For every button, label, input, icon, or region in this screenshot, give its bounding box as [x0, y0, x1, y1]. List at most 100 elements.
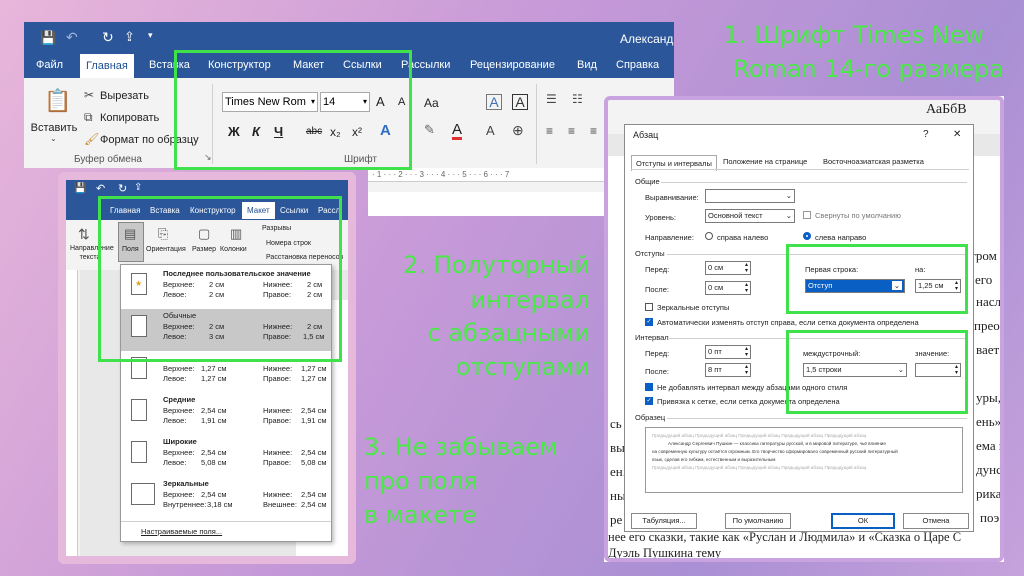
custom-margins-item[interactable]: Настраиваемые поля... — [141, 527, 222, 536]
share-icon[interactable]: ⇪ — [134, 182, 142, 193]
tab-asian[interactable]: Восточноазиатская разметка — [823, 157, 924, 166]
ltr-radio[interactable] — [803, 232, 811, 240]
redo-icon[interactable]: ↻ — [102, 29, 114, 46]
numbering-icon[interactable]: ☷ — [572, 92, 583, 106]
save-icon[interactable]: 💾 — [74, 183, 86, 194]
clipboard-group-label: Буфер обмена — [74, 154, 142, 165]
phonetic-icon[interactable]: A — [486, 123, 495, 138]
margin-value: 1,27 см — [201, 374, 227, 383]
clear-format-icon[interactable]: A — [486, 94, 502, 110]
paste-icon[interactable]: 📋 — [44, 88, 71, 114]
sample-prev: Предыдущий абзац Предыдущий абзац Предыд… — [652, 433, 867, 438]
margin-label: Левое: — [163, 416, 187, 425]
section-interval: Интервал — [635, 333, 669, 342]
margin-value: 1,91 см — [201, 416, 227, 425]
annotation-margins-line1: 3. Не забываем — [364, 433, 558, 461]
cut-icon[interactable]: ✂ — [84, 88, 94, 102]
spinner-icon[interactable]: ▴ ▾ — [745, 346, 748, 358]
undo-icon[interactable]: ↶ — [66, 29, 78, 46]
tab-view[interactable]: Вид — [571, 54, 603, 76]
ok-button[interactable]: ОК — [831, 513, 895, 529]
sample-next: Предыдущий абзац Предыдущий абзац Предыд… — [652, 465, 867, 470]
align-right-icon[interactable]: ≡ — [590, 124, 597, 138]
align-left-icon[interactable]: ≡ — [546, 124, 553, 138]
paste-button[interactable]: Вставить — [30, 122, 78, 134]
undo-icon[interactable]: ↶ — [96, 182, 105, 195]
align-center-icon[interactable]: ≡ — [568, 124, 575, 138]
share-icon[interactable]: ⇪ — [124, 29, 135, 45]
level-select[interactable]: Основной текст ⌄ — [705, 209, 795, 223]
margin-label: Верхнее: — [163, 406, 195, 415]
char-shading-icon[interactable]: A — [512, 94, 528, 110]
margin-preset-wide[interactable]: Широкие Верхнее: 2,54 см Нижнее: 2,54 см… — [121, 435, 331, 477]
margin-value: 5,08 см — [201, 458, 227, 467]
annotation-margins-line3: в макете — [364, 501, 477, 529]
section-line — [667, 418, 967, 419]
chevron-down-icon[interactable]: ⌄ — [786, 191, 792, 200]
document-page-right: · 1 · · · 2 · · · 3 · · · 4 · · · 5 · · … — [368, 168, 608, 216]
tab-review[interactable]: Рецензирование — [464, 54, 561, 76]
indent-after-value: 0 см — [708, 283, 724, 292]
indent-before-input[interactable]: 0 см ▴ ▾ — [705, 261, 751, 275]
margin-preset-moderate[interactable]: Средние Верхнее: 2,54 см Нижнее: 2,54 см… — [121, 393, 331, 435]
tab-home[interactable]: Главная — [80, 54, 134, 78]
margin-value: 5,08 см — [301, 458, 327, 467]
rtl-radio[interactable] — [705, 232, 713, 240]
tab-position[interactable]: Положение на странице — [723, 157, 807, 166]
tab-file[interactable]: Файл — [30, 54, 69, 76]
dialog-title: Абзац — [633, 130, 659, 140]
level-label: Уровень: — [645, 213, 676, 222]
margin-value: 2,54 см — [301, 448, 327, 457]
margin-label: Верхнее: — [163, 364, 195, 373]
auto-checkbox[interactable]: ✓ — [645, 318, 653, 326]
margin-label: Нижнее: — [263, 490, 293, 499]
tabs-button[interactable]: Табуляция... — [631, 513, 697, 529]
annotation-font-line2: Roman 14-го размера — [733, 55, 1004, 83]
margin-label: Правое: — [263, 374, 292, 383]
margin-label: Верхнее: — [163, 448, 195, 457]
qat-chevron-icon[interactable]: ▾ — [148, 30, 153, 41]
menu-divider — [121, 521, 331, 522]
spinner-icon[interactable]: ▴ ▾ — [745, 282, 748, 294]
alignment-select[interactable]: ⌄ — [705, 189, 795, 203]
margin-preview-icon — [131, 441, 147, 463]
spinner-icon[interactable]: ▴ ▾ — [745, 364, 748, 376]
default-button[interactable]: По умолчанию — [725, 513, 791, 529]
snap-checkbox[interactable]: ✓ — [645, 397, 653, 405]
level-value: Основной текст — [708, 211, 763, 220]
no-space-checkbox[interactable] — [645, 383, 653, 391]
copy-icon[interactable]: ⧉ — [84, 110, 93, 125]
mirror-checkbox[interactable] — [645, 303, 653, 311]
change-case-button[interactable]: Aa — [424, 96, 439, 110]
margin-label: Верхнее: — [163, 490, 195, 499]
sp-before-input[interactable]: 0 пт ▴ ▾ — [705, 345, 751, 359]
annotation-spacing-line1: 2. Полуторный — [403, 251, 590, 279]
enclose-char-icon[interactable]: ⊕ — [512, 122, 524, 139]
indent-after-input[interactable]: 0 см ▴ ▾ — [705, 281, 751, 295]
help-icon[interactable]: ? — [923, 129, 929, 140]
section-indents: Отступы — [635, 249, 665, 258]
redo-icon[interactable]: ↻ — [118, 182, 127, 195]
font-color-icon[interactable]: A — [452, 122, 463, 140]
page-area — [368, 192, 608, 216]
collapsed-checkbox[interactable] — [803, 211, 811, 219]
save-icon[interactable]: 💾 — [40, 30, 56, 46]
sp-after-input[interactable]: 8 пт ▴ ▾ — [705, 363, 751, 377]
close-icon[interactable]: ✕ — [953, 129, 961, 140]
margin-label: Нижнее: — [263, 364, 293, 373]
cancel-button[interactable]: Отмена — [903, 513, 969, 529]
format-painter-icon[interactable]: 🖌 — [84, 132, 99, 146]
copy-button[interactable]: Копировать — [100, 112, 159, 124]
mirror-label: Зеркальные отступы — [657, 303, 730, 312]
ruler: · 1 · · · 2 · · · 3 · · · 4 · · · 5 · · … — [368, 168, 608, 182]
bullets-icon[interactable]: ☰ — [546, 92, 557, 106]
sp-after-label: После: — [645, 367, 669, 376]
cut-button[interactable]: Вырезать — [100, 90, 149, 102]
text-direction-icon[interactable]: ⇅ — [78, 226, 90, 243]
highlight-icon[interactable]: ✎ — [424, 122, 435, 138]
chevron-down-icon[interactable]: ⌄ — [786, 211, 792, 220]
paste-chevron-icon[interactable]: ⌄ — [50, 134, 57, 143]
indent-before-label: Перед: — [645, 265, 670, 274]
spinner-icon[interactable]: ▴ ▾ — [745, 262, 748, 274]
margin-preset-mirrored[interactable]: Зеркальные Верхнее: 2,54 см Нижнее: 2,54… — [121, 477, 331, 519]
